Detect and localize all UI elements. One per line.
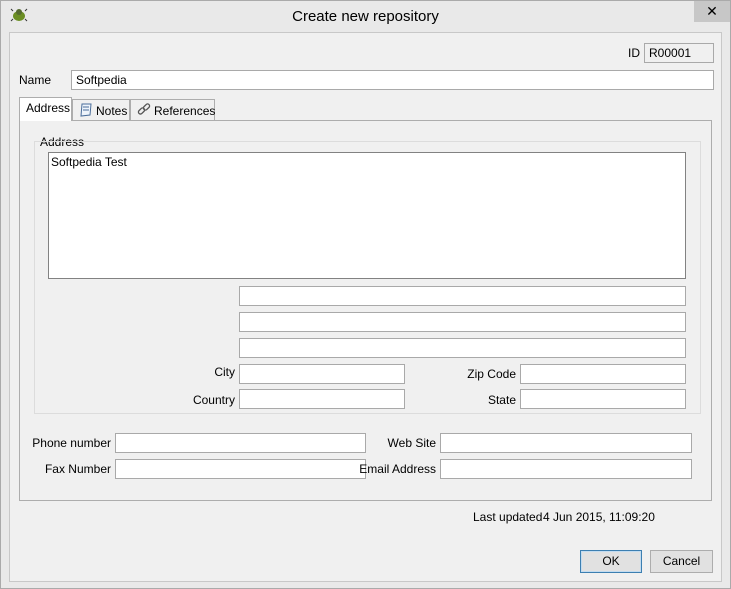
- address-line-3-input[interactable]: [239, 338, 686, 358]
- name-input[interactable]: Softpedia: [71, 70, 714, 90]
- city-input[interactable]: [239, 364, 405, 384]
- address-tab-panel: Address Softpedia Test City Zip Code Cou…: [19, 120, 712, 501]
- tab-address[interactable]: Address: [19, 97, 72, 121]
- close-button[interactable]: ✕: [694, 1, 730, 22]
- id-field: R00001: [644, 43, 714, 63]
- country-input[interactable]: [239, 389, 405, 409]
- city-label: City: [214, 365, 235, 379]
- dialog-window: Create new repository ✕ ID R00001 Name S…: [0, 0, 731, 589]
- email-label: Email Address: [359, 462, 436, 476]
- cancel-button[interactable]: Cancel: [650, 550, 713, 573]
- link-icon: [137, 103, 151, 115]
- tab-address-label: Address: [26, 101, 71, 115]
- title-bar[interactable]: Create new repository ✕: [1, 1, 730, 32]
- notes-icon: [80, 103, 92, 117]
- address-line-1-input[interactable]: [239, 286, 686, 306]
- phone-input[interactable]: [115, 433, 366, 453]
- country-label: Country: [192, 393, 235, 407]
- id-label: ID: [628, 46, 640, 60]
- website-input[interactable]: [440, 433, 692, 453]
- website-label: Web Site: [387, 436, 436, 450]
- tab-references[interactable]: References: [130, 99, 215, 121]
- fax-label: Fax Number: [44, 462, 111, 476]
- state-label: State: [487, 393, 516, 407]
- last-updated-value: 4 Jun 2015, 11:09:20: [543, 510, 655, 524]
- last-updated-label: Last updated: [473, 510, 543, 524]
- tab-notes-label: Notes: [96, 104, 128, 118]
- state-input[interactable]: [520, 389, 686, 409]
- zip-code-input[interactable]: [520, 364, 686, 384]
- close-icon: ✕: [706, 3, 718, 19]
- name-label: Name: [19, 73, 52, 87]
- window-title: Create new repository: [292, 8, 439, 25]
- email-input[interactable]: [440, 459, 692, 479]
- address-textarea[interactable]: Softpedia Test: [48, 152, 686, 279]
- phone-label: Phone number: [32, 436, 111, 450]
- dialog-body: ID R00001 Name Softpedia Address Notes R…: [9, 32, 722, 582]
- tab-notes[interactable]: Notes: [72, 99, 130, 121]
- address-line-2-input[interactable]: [239, 312, 686, 332]
- fax-input[interactable]: [115, 459, 366, 479]
- ok-button[interactable]: OK: [580, 550, 642, 573]
- address-group: Softpedia Test City Zip Code Country Sta…: [34, 141, 701, 414]
- tab-references-label: References: [154, 104, 216, 118]
- zip-code-label: Zip Code: [467, 367, 516, 381]
